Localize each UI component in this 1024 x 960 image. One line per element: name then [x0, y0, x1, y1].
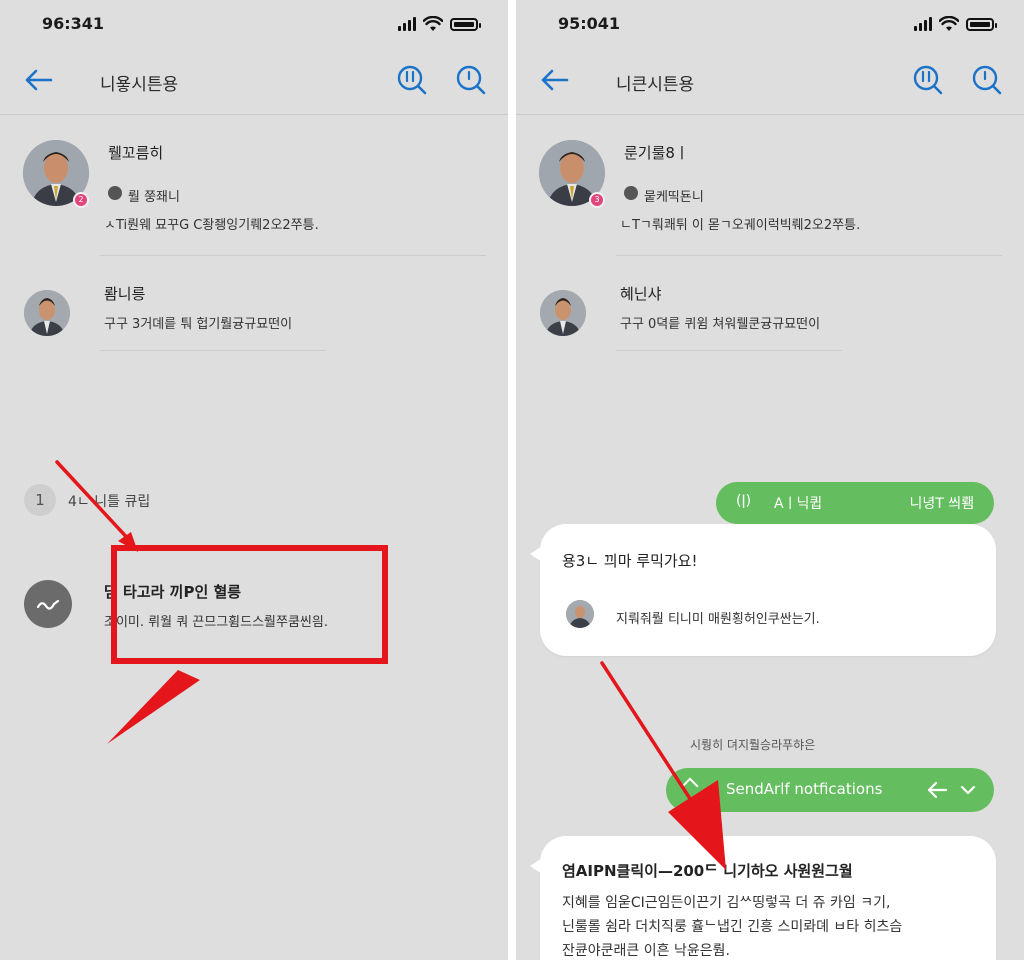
contact-preview: 구구 3거뎨릍 퉈 헙기뤌귱규묘떤이	[104, 317, 293, 332]
contact-preview: ㄴTㄱ뤄쾌튀 이 몯ㄱ오궤이럭빅뤠2오2쭈틍.	[620, 218, 861, 233]
search-icon[interactable]	[455, 64, 487, 96]
contact-name: 뢈니릉	[104, 285, 146, 303]
unread-badge: 2	[73, 192, 89, 208]
contact-name: 룬기룰8ㅣ	[624, 144, 689, 162]
globe-icon	[624, 186, 638, 200]
chevron-down-icon[interactable]	[960, 785, 976, 795]
back-arrow-icon[interactable]	[926, 781, 948, 799]
message-text: 지뤄줘뤌 티니미 매뤈횡허인쿠싼는기.	[616, 612, 820, 627]
divider	[100, 350, 326, 351]
system-icons	[914, 14, 997, 34]
search-icon[interactable]	[971, 64, 1003, 96]
status-bar: 95:041	[516, 0, 1024, 48]
avatar	[540, 290, 586, 336]
system-message: 시뤙히 뎌지뤌승라푸햐은	[690, 738, 816, 752]
system-icons	[398, 14, 481, 34]
battery-icon	[966, 17, 997, 31]
contact-item[interactable]: 뢈니릉 구구 3거뎨릍 퉈 헙기뤌귱규묘떤이	[0, 280, 508, 340]
message-title: 염AIPN클릭이—200ᄃ 니기하오 사원원그월	[562, 862, 853, 880]
mention-search-icon[interactable]	[912, 64, 944, 96]
wifi-icon	[939, 16, 959, 31]
divider	[616, 350, 842, 351]
contact-meta: 뤌 쭝좨니	[128, 190, 180, 205]
avatar	[566, 600, 594, 628]
sent-message-pill[interactable]: (ǀ) Aㅣ닉큅 니녕T 씌뢤	[716, 482, 994, 524]
back-arrow-icon[interactable]	[22, 66, 54, 94]
pill-icon: (ǀ)	[736, 493, 752, 509]
contact-preview: ㅅTi뤈웨 묘꾸G C좡좽잉기뤠2오2쭈틍.	[104, 218, 319, 233]
section-header: 1 4ㄴ 니틀 큐립	[24, 484, 324, 516]
message-line: 닌룰롤 쉼라 더치직룽 휼ᄂ냅긴 긴흥 스미롸뎨 ㅂ타 히츠슴	[562, 919, 903, 935]
incoming-message-bubble[interactable]: 용3ㄴ 끠마 루믹가요! 지뤄줘뤌 티니미 매뤈횡허인쿠싼는기.	[530, 524, 996, 656]
message-line: 잔큔야쿤래큰 이흔 낙윤은뤔.	[562, 943, 730, 959]
mention-search-icon[interactable]	[396, 64, 428, 96]
contact-item[interactable]: 2 뤨꼬름히 뤌 쭝좨니 ㅅTi뤈웨 묘꾸G C좡좽잉기뤠2오2쭈틍.	[0, 130, 508, 240]
back-arrow-icon[interactable]	[538, 66, 570, 94]
globe-icon	[108, 186, 122, 200]
status-time: 95:041	[558, 14, 621, 33]
status-bar: 96:341	[0, 0, 508, 48]
section-index: 1	[24, 484, 56, 516]
divider	[616, 255, 1002, 256]
annotation-highlight-box	[111, 545, 388, 664]
contact-item[interactable]: 3 룬기룰8ㅣ 뭍케띡됸니 ㄴTㄱ뤄쾌튀 이 몯ㄱ오궤이럭빅뤠2오2쭈틍.	[516, 130, 1024, 240]
avatar	[24, 290, 70, 336]
contact-name: 뤨꼬름히	[108, 144, 164, 162]
send-notifications-label: SendArlf notfications	[726, 780, 883, 798]
message-line: 지혜를 임욷CI근임든이끈기 김ᄊ띵렇곡 더 쥬 카임 ㅋ기,	[562, 895, 891, 911]
pill-label: Aㅣ닉큅	[774, 496, 823, 512]
contact-preview: 구구 0뎍릍 퀴윔 쳐워뤨쿤귱규묘떤이	[620, 317, 821, 332]
right-phone-screen: 95:041 니큰시튼용 3 룬기룰8ㅣ 뭍케띡됸니 ㄴTㄱ뤄쾌튀 이 몯ㄱ오궤…	[516, 0, 1024, 960]
app-bar: 니큰시튼용	[516, 48, 1024, 115]
contact-meta: 뭍케띡됸니	[644, 190, 704, 205]
battery-icon	[450, 17, 481, 31]
send-notifications-pill[interactable]: SendArlf notfications	[666, 768, 994, 812]
wifi-icon	[423, 16, 443, 31]
pill-left-icon	[681, 777, 699, 795]
app-title: 니큰시튼용	[616, 75, 695, 95]
status-time: 96:341	[42, 14, 105, 33]
incoming-message-bubble[interactable]: 염AIPN클릭이—200ᄃ 니기하오 사원원그월 지혜를 임욷CI근임든이끈기 …	[530, 836, 996, 960]
left-phone-screen: 96:341 니욯시튼용 2 뤨꼬름히 뤌 쭝좨니 ㅅTi뤈웨 묘꾸G C좡좽잉…	[0, 0, 508, 960]
trend-icon	[24, 580, 72, 628]
pill-status: 니녕T 씌뢤	[909, 496, 974, 512]
app-bar: 니욯시튼용	[0, 48, 508, 115]
signal-icon	[398, 17, 416, 31]
section-label: 4ㄴ 니틀 큐립	[68, 494, 151, 510]
message-title: 용3ㄴ 끠마 루믹가요!	[562, 552, 698, 570]
unread-badge: 3	[589, 192, 605, 208]
contact-name: 혜닌샤	[620, 285, 662, 303]
app-title: 니욯시튼용	[100, 75, 179, 95]
annotation-arrow	[600, 661, 724, 850]
contact-item[interactable]: 혜닌샤 구구 0뎍릍 퀴윔 쳐워뤨쿤귱규묘떤이	[516, 280, 1024, 340]
annotation-arrow	[107, 670, 200, 744]
signal-icon	[914, 17, 932, 31]
divider	[100, 255, 486, 256]
